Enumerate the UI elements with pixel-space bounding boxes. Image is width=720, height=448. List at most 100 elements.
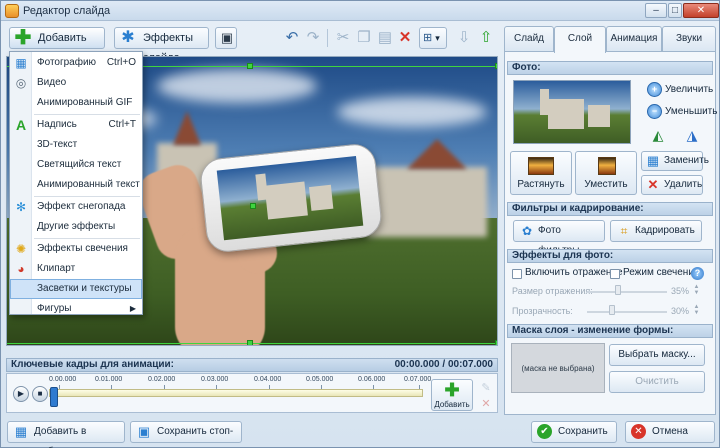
maximize-button[interactable]: □ [668, 3, 682, 18]
spin-arrows-icon[interactable]: ▲ ▼ [692, 304, 701, 316]
cut-icon[interactable]: ✂ [332, 27, 354, 49]
delete-keyframe-icon[interactable]: ✕ [479, 397, 493, 411]
timeline-tick: 0.07.000 [404, 376, 432, 383]
castle-tower [540, 89, 549, 115]
replace-button[interactable]: ▦ Заменить [641, 151, 709, 171]
slide-editor-window: Редактор слайда – □ ✕ ✚ Добавить слой ✱ … [0, 0, 720, 448]
timeline-tick: 0.05.000 [306, 376, 334, 383]
menu-item-label: Видео [37, 77, 67, 88]
menu-item-label: Надпись [37, 119, 77, 130]
menu-shortcut: Ctrl+O [106, 57, 136, 68]
text-icon: A [15, 117, 27, 133]
chevron-down-icon: ▾ [435, 33, 440, 43]
tab-animation[interactable]: Анимация [606, 26, 662, 52]
move-up-icon[interactable]: ⇧ [475, 27, 497, 49]
snowflake-icon: ✻ [15, 200, 27, 214]
effects-section-header: Эффекты для фото: [507, 249, 713, 263]
slide-effects-button[interactable]: ✱ Эффекты слайда [114, 27, 209, 64]
redo-icon[interactable]: ↷ [302, 27, 324, 49]
fit-button[interactable]: Уместить [575, 151, 637, 195]
menu-item-video[interactable]: ◎ Видео [10, 73, 142, 93]
menu-item-label: Фигуры [37, 303, 72, 314]
delete-label: Удалить [664, 179, 703, 190]
save-frame-button[interactable]: ▣ Сохранить стоп-кадр [130, 421, 242, 448]
cancel-button[interactable]: ✕ Отмена [625, 421, 715, 443]
reflection-size-slider[interactable] [587, 291, 667, 293]
stop-button[interactable]: ■ [32, 386, 48, 402]
blurred-roof [407, 139, 467, 169]
spin-arrows-icon[interactable]: ▲ ▼ [692, 284, 701, 296]
transparency-slider[interactable] [587, 311, 667, 313]
reflection-label: Включить отражение [525, 267, 623, 278]
keyframe-marker[interactable] [50, 387, 58, 407]
rotate-left-icon[interactable]: ◭ [649, 127, 667, 143]
stretch-button[interactable]: Растянуть [510, 151, 572, 195]
add-keyframe-button[interactable]: ✚ Добавить [431, 379, 473, 411]
menu-item-snowfall[interactable]: ✻ Эффект снегопада [10, 197, 142, 217]
menu-item-other-effects[interactable]: Другие эффекты [10, 217, 142, 237]
menu-item-photo[interactable]: ▦ Фотографию Ctrl+O [10, 53, 142, 73]
copy-icon[interactable]: ❐ [353, 27, 375, 49]
resize-handle[interactable] [247, 340, 253, 345]
glow-mode-checkbox[interactable] [610, 269, 620, 279]
delete-photo-button[interactable]: ✕ Удалить [641, 175, 703, 195]
transparency-thumb[interactable] [609, 305, 615, 315]
choose-mask-button[interactable]: Выбрать маску... [609, 344, 705, 366]
timeline-tick: 0.06.000 [358, 376, 386, 383]
photo-icon: ▦ [15, 56, 27, 70]
zoom-out-button[interactable]: − Уменьшить [647, 103, 717, 121]
photo-section-header: Фото: [507, 61, 713, 75]
menu-item-animated-text[interactable]: Анимированный текст [10, 175, 142, 195]
menu-item-gif[interactable]: Анимированный GIF [10, 93, 142, 113]
resize-handle[interactable] [495, 63, 497, 69]
clear-mask-button[interactable]: Очистить [609, 371, 705, 393]
menu-item-shapes[interactable]: Фигуры ▶ [10, 299, 142, 319]
resize-handle[interactable] [495, 340, 497, 345]
menu-item-glow-text[interactable]: Светящийся текст [10, 155, 142, 175]
menu-item-caption[interactable]: A Надпись Ctrl+T [10, 115, 142, 135]
add-layer-button[interactable]: ✚ Добавить слой [9, 27, 105, 64]
help-icon[interactable]: ? [691, 267, 704, 280]
undo-icon[interactable]: ↶ [281, 27, 303, 49]
filters-icon: ✿ [521, 224, 533, 238]
zoom-in-button[interactable]: + Увеличить [647, 81, 713, 99]
delete-icon[interactable]: ✕ [394, 27, 416, 49]
add-keyframe-label: Добавить [434, 400, 470, 409]
move-down-icon[interactable]: ⇩ [453, 27, 475, 49]
photo-filters-button[interactable]: ✿ Фото фильтры [513, 220, 605, 256]
checkmark-icon: ✔ [537, 424, 552, 439]
rotate-right-icon[interactable]: ◮ [683, 127, 701, 143]
add-layer-menu: ▦ Фотографию Ctrl+O ◎ Видео Анимированны… [9, 51, 143, 315]
zoom-out-icon: − [647, 104, 662, 119]
reflection-size-thumb[interactable] [615, 285, 621, 295]
play-button[interactable]: ▶ [13, 386, 29, 402]
reflection-checkbox[interactable] [512, 269, 522, 279]
timeline-tick: 0.03.000 [201, 376, 229, 383]
delete-icon: ✕ [647, 177, 659, 192]
mask-preview: (маска не выбрана) [511, 343, 605, 393]
edit-keyframe-icon[interactable]: ✎ [479, 381, 493, 395]
fit-icon [598, 157, 616, 175]
zoom-dropdown[interactable]: ⊞ ▾ [419, 27, 447, 49]
minimize-button[interactable]: – [645, 3, 667, 18]
save-button[interactable]: ✔ Сохранить [531, 421, 617, 443]
menu-item-3d-text[interactable]: 3D-текст [10, 135, 142, 155]
menu-item-label: Светящийся текст [37, 159, 122, 170]
tab-layer[interactable]: Слой [554, 26, 606, 53]
crop-button[interactable]: ⌗ Кадрировать [610, 220, 702, 242]
resize-handle[interactable] [247, 63, 253, 69]
camera-button[interactable]: ▣ [215, 27, 237, 49]
menu-item-clipart[interactable]: ◕ Клипарт [10, 259, 142, 279]
add-to-templates-button[interactable]: ▦ Добавить в шаблоны [7, 421, 125, 448]
tab-sounds[interactable]: Звуки [662, 26, 716, 52]
timeline-track[interactable] [49, 389, 423, 397]
center-handle[interactable] [250, 203, 256, 209]
tab-slide[interactable]: Слайд [504, 26, 554, 52]
menu-item-glow-effects[interactable]: ✺ Эффекты свечения [10, 239, 142, 259]
paste-icon[interactable]: ▤ [374, 27, 396, 49]
close-button[interactable]: ✕ [683, 3, 719, 18]
menu-item-light-textures[interactable]: Засветки и текстуры [10, 279, 142, 299]
menu-item-label: Засветки и текстуры [37, 283, 132, 294]
save-label: Сохранить [558, 426, 608, 437]
replace-icon: ▦ [646, 153, 660, 168]
